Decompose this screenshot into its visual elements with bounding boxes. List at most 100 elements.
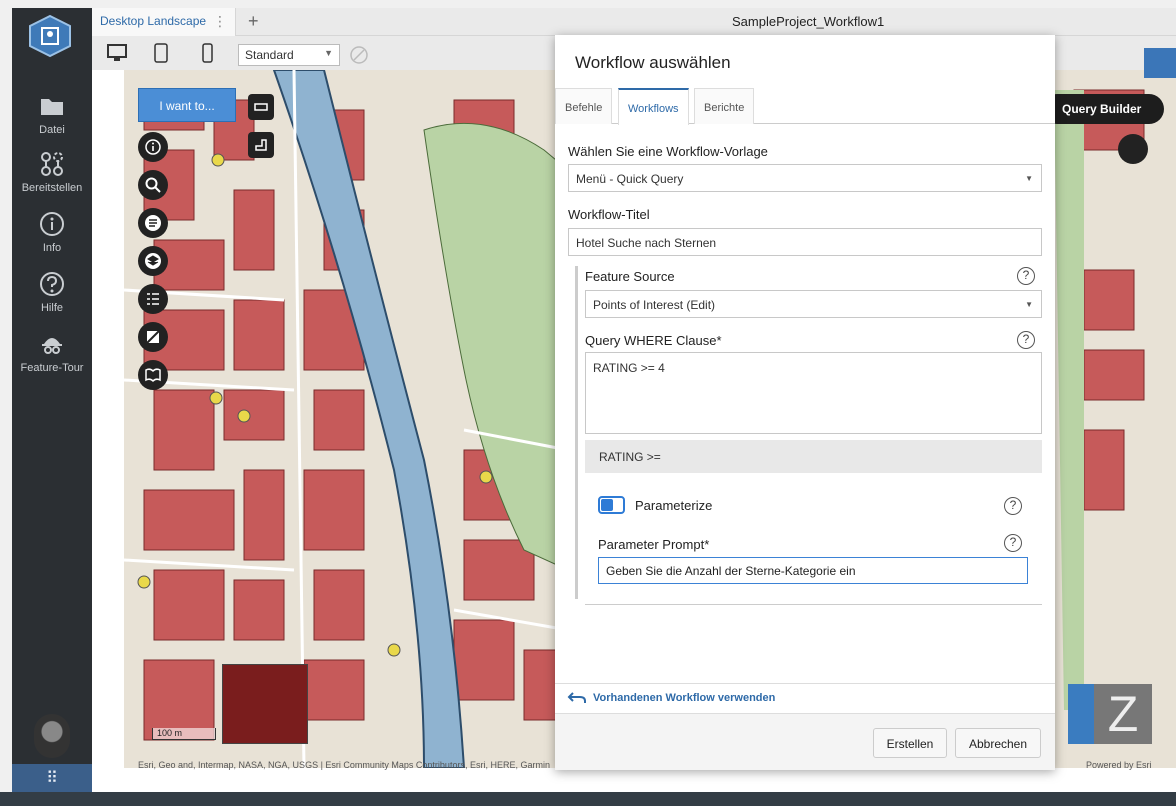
help-icon <box>40 272 64 296</box>
help-parameterize-icon[interactable]: ? <box>1004 497 1022 515</box>
i-want-to-label: I want to... <box>159 99 215 113</box>
measure-icon <box>255 139 267 151</box>
workflow-title-value: Hotel Suche nach Sternen <box>576 236 717 250</box>
folder-icon <box>41 99 63 115</box>
sidebar-item-datei[interactable]: Datei <box>12 92 92 136</box>
parameter-prompt-label: Parameter Prompt* <box>598 537 710 552</box>
dialog-footer: Erstellen Abbrechen <box>555 713 1055 770</box>
footer-divider <box>555 683 1055 684</box>
template-select[interactable]: Menü - Quick Query ▼ <box>568 164 1042 192</box>
parameterize-toggle[interactable] <box>598 496 625 514</box>
map-attribution: Esri, Geo and, Intermap, NASA, NGA, USGS… <box>138 760 550 770</box>
layers-tool-button[interactable] <box>138 246 168 276</box>
sidebar-item-info[interactable]: Info <box>12 210 92 254</box>
sidebar-item-label: Info <box>42 242 62 254</box>
sidebar-item-label: Bereitstellen <box>21 182 83 194</box>
rotate-icon <box>350 46 368 64</box>
scale-label: 100 m <box>157 728 183 738</box>
scale-bar: 100 m <box>152 728 216 740</box>
avatar[interactable] <box>34 714 70 758</box>
more-vertical-icon[interactable]: ⋮ <box>213 13 227 30</box>
app-logo-icon[interactable] <box>26 14 74 58</box>
undo-arrow-icon <box>567 692 586 703</box>
book-icon <box>145 368 161 383</box>
workflow-title-input[interactable]: Hotel Suche nach Sternen <box>568 228 1042 256</box>
tab-workflows[interactable]: Workflows <box>618 88 689 125</box>
sidebar-item-label: Datei <box>39 124 65 136</box>
parameter-prompt-input[interactable]: Geben Sie die Anzahl der Sterne-Kategori… <box>598 557 1028 584</box>
sidebar-item-feature-tour[interactable]: Feature-Tour <box>12 330 92 374</box>
rating-condition-header[interactable]: RATING >= <box>585 440 1042 473</box>
template-select-value: Menü - Quick Query <box>576 172 684 186</box>
search-tool-button[interactable] <box>138 170 168 200</box>
workflow-title-label: Workflow-Titel <box>568 207 650 222</box>
cancel-button[interactable]: Abbrechen <box>955 728 1041 758</box>
list-tool-button[interactable] <box>138 208 168 238</box>
tab-befehle[interactable]: Befehle <box>555 88 613 124</box>
sidebar-item-label: Feature-Tour <box>20 362 84 374</box>
measure-tool-button[interactable] <box>248 132 274 158</box>
tablet-device-icon[interactable] <box>150 42 172 64</box>
help-feature-source-icon[interactable]: ? <box>1017 267 1035 285</box>
add-tab-button[interactable]: + <box>248 11 259 32</box>
where-clause-label: Query WHERE Clause* <box>585 333 722 348</box>
basemap-tool-button[interactable] <box>138 322 168 352</box>
desktop-device-icon[interactable] <box>106 42 128 64</box>
tab-label: Desktop Landscape <box>100 14 207 28</box>
query-builder-secondary-button[interactable] <box>1118 134 1148 164</box>
where-clause-value: RATING >= 4 <box>593 361 665 375</box>
template-label: Wählen Sie eine Workflow-Vorlage <box>568 144 768 159</box>
tour-guide-icon <box>42 338 62 354</box>
grid-icon: ⠿ <box>46 770 58 787</box>
logo-z-block: Z <box>1094 684 1152 744</box>
info-tool-button[interactable] <box>138 132 168 162</box>
section-divider <box>585 604 1042 605</box>
layout-select-value: Standard <box>245 48 294 62</box>
create-button[interactable]: Erstellen <box>873 728 947 758</box>
parameter-prompt-value: Geben Sie die Anzahl der Sterne-Kategori… <box>606 564 856 578</box>
taskbar-strip <box>0 792 1176 806</box>
legend-icon <box>147 293 159 305</box>
query-builder-button[interactable]: Query Builder <box>1042 94 1164 124</box>
legend-tool-button[interactable] <box>138 284 168 314</box>
workspace-tabbar: Desktop Landscape ⋮ + SampleProject_Work… <box>92 8 1176 36</box>
app-sidebar: Datei Bereitstellen Info Hilfe Feature-T… <box>12 8 92 792</box>
caret-down-icon: ▼ <box>1025 174 1033 183</box>
help-where-clause-icon[interactable]: ? <box>1017 331 1035 349</box>
help-parameter-prompt-icon[interactable]: ? <box>1004 534 1022 552</box>
toggle-knob <box>601 499 613 511</box>
use-existing-workflow-link[interactable]: Vorhandenen Workflow verwenden <box>567 691 775 705</box>
rating-condition-label: RATING >= <box>599 450 661 464</box>
sidebar-item-bereitstellen[interactable]: Bereitstellen <box>12 150 92 194</box>
workflow-dialog: Workflow auswählen Befehle Workflows Ber… <box>555 35 1055 770</box>
apps-grid-button[interactable]: ⠿ <box>12 764 92 792</box>
tab-label: Workflows <box>628 103 679 115</box>
parameterize-label: Parameterize <box>635 498 713 513</box>
bookmarks-tool-button[interactable] <box>138 360 168 390</box>
phone-device-icon[interactable] <box>196 42 218 64</box>
info-icon <box>145 139 161 155</box>
scale-input-button[interactable] <box>248 94 274 120</box>
share-network-icon <box>41 152 63 176</box>
ruler-icon <box>254 103 268 111</box>
logo-a-block <box>1068 684 1094 744</box>
sidebar-item-hilfe[interactable]: Hilfe <box>12 270 92 314</box>
overview-map[interactable] <box>222 664 308 744</box>
window-title: SampleProject_Workflow1 <box>732 14 885 29</box>
powered-by-esri[interactable]: Powered by Esri <box>1086 760 1152 770</box>
caret-down-icon: ▼ <box>324 48 333 58</box>
create-label: Erstellen <box>886 737 934 751</box>
where-clause-textarea[interactable]: RATING >= 4 <box>585 352 1042 434</box>
layout-select[interactable]: Standard ▼ <box>238 44 340 66</box>
tab-label: Befehle <box>565 102 603 114</box>
feature-source-label: Feature Source <box>585 269 675 284</box>
search-icon <box>145 177 161 193</box>
expand-panel-button[interactable] <box>1144 48 1176 78</box>
caret-down-icon: ▼ <box>1025 300 1033 309</box>
tab-desktop-landscape[interactable]: Desktop Landscape ⋮ <box>92 8 236 36</box>
cancel-label: Abbrechen <box>968 737 1028 751</box>
feature-source-select[interactable]: Points of Interest (Edit) ▼ <box>585 290 1042 318</box>
tab-berichte[interactable]: Berichte <box>694 88 755 124</box>
use-existing-label: Vorhandenen Workflow verwenden <box>593 692 776 704</box>
i-want-to-button[interactable]: I want to... <box>138 88 236 122</box>
